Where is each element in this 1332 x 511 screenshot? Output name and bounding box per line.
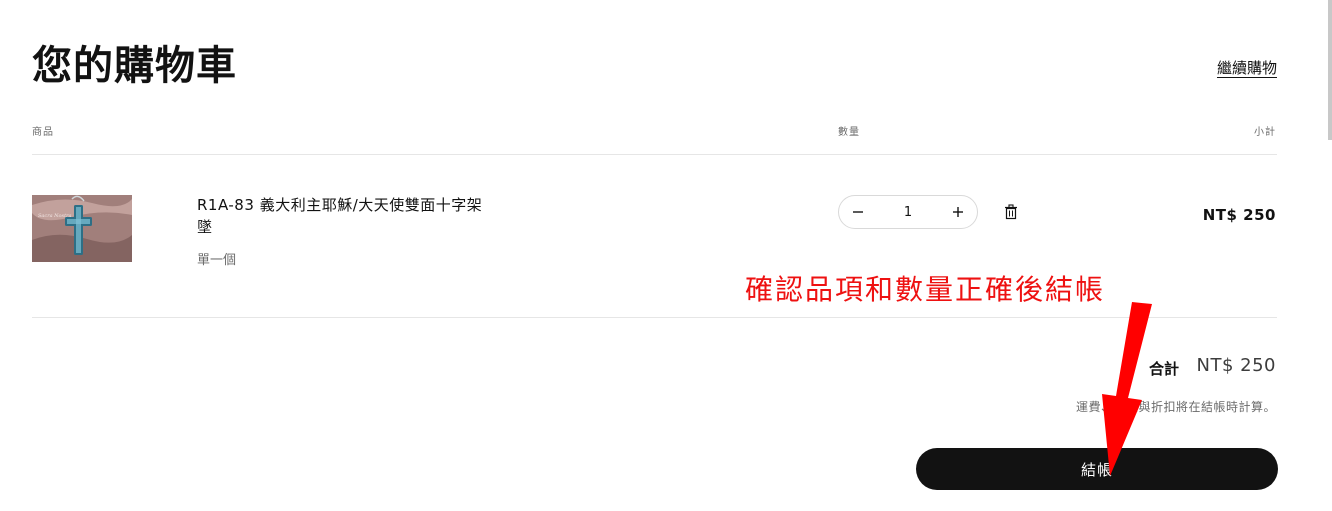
header-divider: [32, 154, 1277, 155]
svg-text:Sacra Nostra: Sacra Nostra: [38, 213, 72, 219]
trash-icon: [1005, 204, 1017, 220]
cross-pendant-image: Sacra Nostra: [32, 195, 132, 262]
page-title: 您的購物車: [32, 43, 237, 89]
subtotal-value: NT$ 250: [1196, 355, 1276, 376]
decrease-quantity-button[interactable]: [839, 196, 877, 228]
item-variant: 單一個: [197, 253, 237, 268]
plus-icon: [953, 207, 963, 217]
item-name[interactable]: R1A-83 義大利主耶穌/大天使雙面十字架墜: [197, 194, 497, 238]
minus-icon: [853, 211, 863, 213]
column-header-quantity: 數量: [838, 127, 860, 138]
quantity-stepper: 1: [838, 195, 978, 229]
quantity-value[interactable]: 1: [904, 205, 912, 220]
scrollbar[interactable]: [1328, 0, 1332, 140]
column-header-total: 小計: [1254, 127, 1276, 138]
item-sku: R1A-83: [197, 196, 255, 214]
subtotal-label: 合計: [1149, 360, 1180, 378]
items-divider: [32, 317, 1277, 318]
continue-shopping-link[interactable]: 繼續購物: [1217, 57, 1277, 78]
checkout-button[interactable]: 結帳: [916, 448, 1278, 490]
remove-item-button[interactable]: [1003, 204, 1019, 220]
item-price: NT$ 250: [1202, 206, 1276, 224]
increase-quantity-button[interactable]: [939, 196, 977, 228]
tax-note: 運費、稅金與折扣將在結帳時計算。: [1075, 400, 1276, 414]
product-thumbnail[interactable]: Sacra Nostra: [32, 195, 132, 262]
column-header-product: 商品: [32, 127, 54, 138]
annotation-text: 確認品項和數量正確後結帳: [745, 273, 1106, 306]
cart-page: 您的購物車 繼續購物 商品 數量 小計 Sacra Nostra R1A-83 …: [0, 0, 1332, 511]
